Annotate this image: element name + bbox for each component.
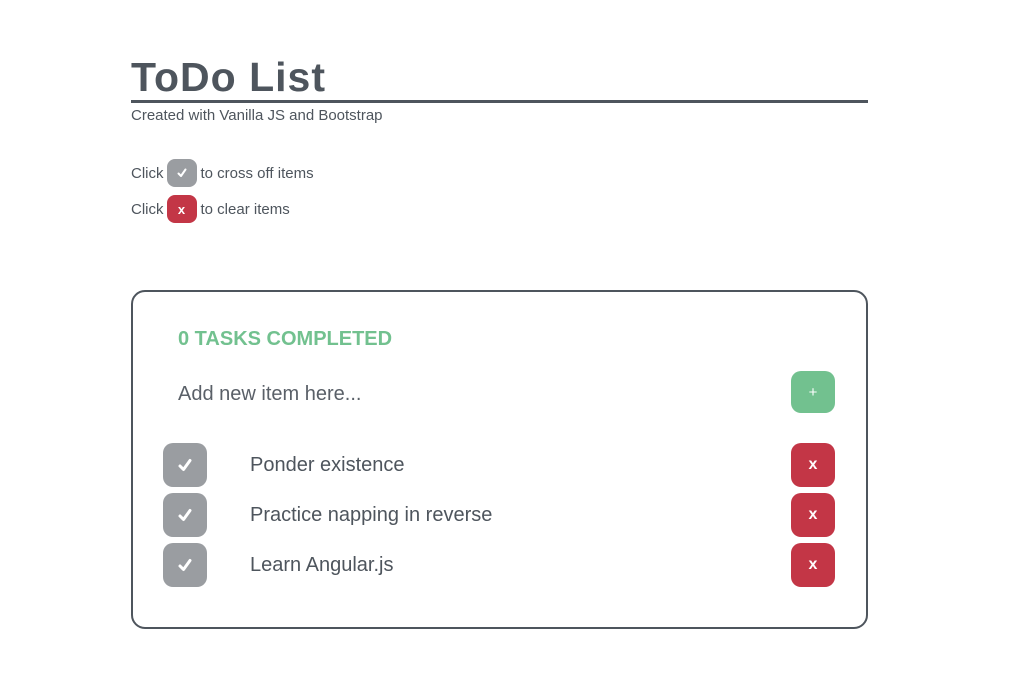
- delete-button[interactable]: x: [791, 443, 835, 487]
- close-icon: x: [166, 195, 197, 223]
- item-text: Learn Angular.js: [250, 554, 394, 576]
- check-icon: [178, 559, 192, 571]
- add-item-button[interactable]: +: [791, 371, 835, 413]
- check-icon: [166, 159, 197, 187]
- todo-list: Ponder existence x Practice napping in r…: [163, 443, 835, 593]
- tasks-completed-counter: 0 TASKS COMPLETED: [178, 328, 393, 350]
- instruction-suffix: to clear items: [200, 200, 290, 218]
- todo-page: ToDo List Created with Vanilla JS and Bo…: [0, 0, 1020, 680]
- check-icon-glyph: [177, 168, 186, 177]
- instruction-suffix: to cross off items: [200, 164, 314, 182]
- check-button[interactable]: [163, 493, 207, 537]
- instructions: Click to cross off items Click x to clea…: [131, 158, 314, 230]
- check-button[interactable]: [163, 443, 207, 487]
- page-subtitle: Created with Vanilla JS and Bootstrap: [131, 107, 383, 124]
- check-button[interactable]: [163, 543, 207, 587]
- instruction-clear: Click x to clear items: [131, 194, 314, 224]
- todo-card: 0 TASKS COMPLETED + Ponder existence x: [131, 290, 868, 629]
- instruction-prefix: Click: [131, 164, 164, 182]
- item-text: Practice napping in reverse: [250, 504, 493, 526]
- new-item-input[interactable]: [178, 378, 738, 410]
- list-item: Ponder existence x: [163, 443, 835, 487]
- list-item: Learn Angular.js x: [163, 543, 835, 587]
- delete-button[interactable]: x: [791, 493, 835, 537]
- header: ToDo List Created with Vanilla JS and Bo…: [131, 54, 868, 124]
- delete-button[interactable]: x: [791, 543, 835, 587]
- check-icon: [178, 509, 192, 521]
- page-title: ToDo List: [131, 54, 868, 103]
- list-item: Practice napping in reverse x: [163, 493, 835, 537]
- instruction-prefix: Click: [131, 200, 164, 218]
- check-icon: [178, 459, 192, 471]
- item-text: Ponder existence: [250, 454, 405, 476]
- instruction-cross-off: Click to cross off items: [131, 158, 314, 188]
